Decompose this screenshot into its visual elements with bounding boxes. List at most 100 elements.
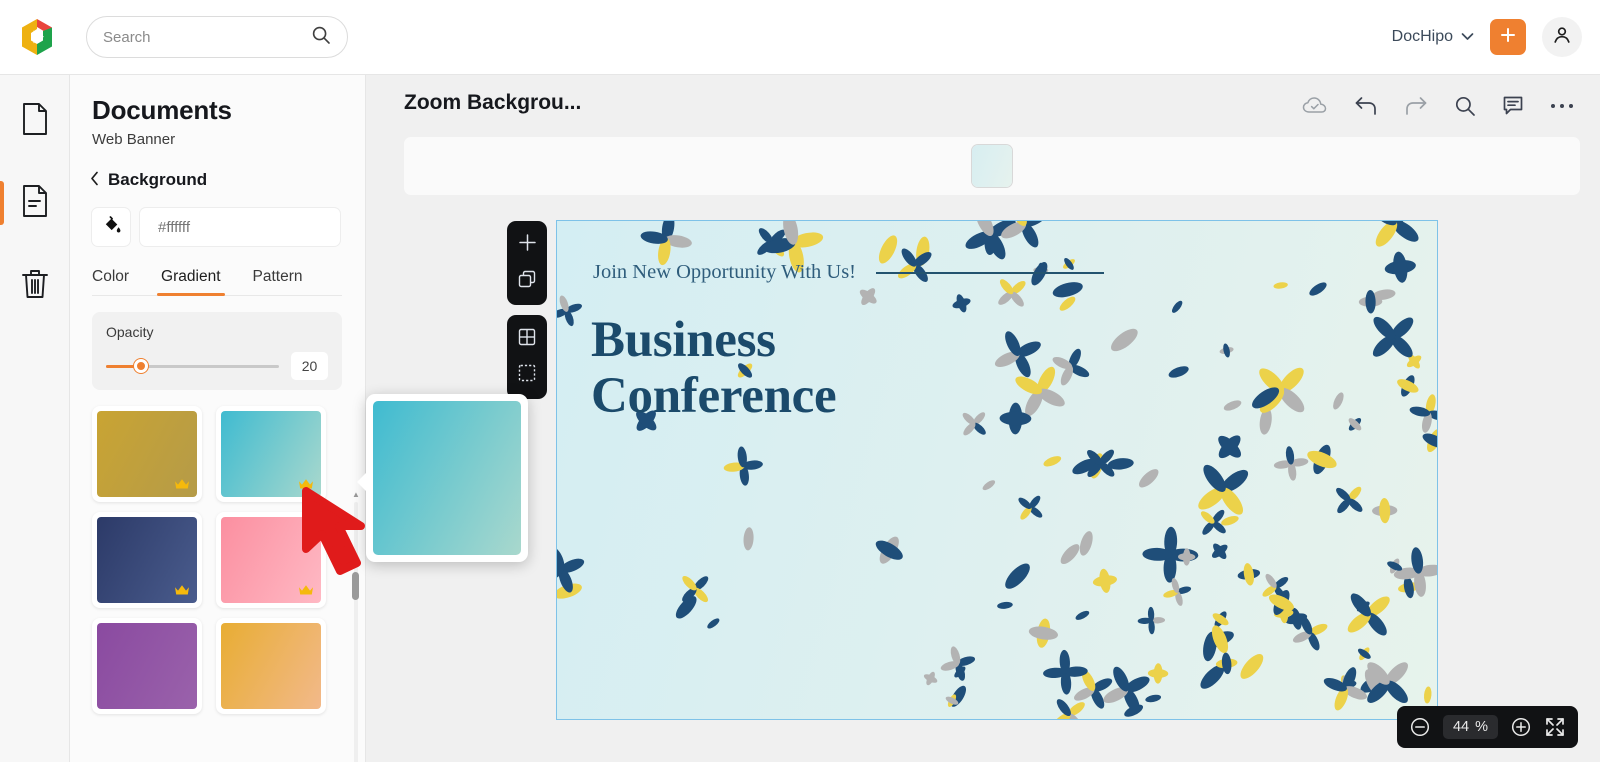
plus-icon	[518, 233, 537, 257]
zoom-level-display[interactable]: 44 %	[1442, 715, 1498, 739]
redo-icon[interactable]	[1404, 95, 1428, 117]
gradient-swatch-pink-rose[interactable]	[216, 512, 326, 608]
more-dots-icon[interactable]	[1550, 102, 1574, 110]
topbar-right-cluster: DocHipo	[1392, 17, 1582, 57]
swatch-fill	[97, 623, 197, 709]
top-navigation-bar: DocHipo	[0, 0, 1600, 75]
paint-bucket-button[interactable]	[92, 208, 130, 246]
grid-icon	[517, 327, 537, 352]
global-search-box[interactable]	[86, 16, 348, 58]
tab-color[interactable]: Color	[92, 268, 129, 295]
zoom-level-value: 44	[1452, 719, 1470, 735]
page-thumbnail-strip	[404, 137, 1580, 195]
gradient-swatch-grid	[92, 406, 348, 714]
opacity-slider[interactable]	[106, 359, 280, 373]
gradient-swatch-purple-violet[interactable]	[92, 618, 202, 714]
brand-label: DocHipo	[1391, 28, 1453, 45]
editor-area: Zoom Backgrou... Join New Opportunity Wi…	[366, 75, 1600, 762]
swatch-fill	[97, 517, 197, 603]
document-toolbar	[1302, 95, 1574, 117]
canvas-kicker-rule	[876, 271, 1105, 274]
user-avatar-icon	[1551, 24, 1573, 51]
panel-scrollbar[interactable]: ▲ ▼	[352, 490, 360, 762]
panel-scrollbar-track[interactable]	[354, 502, 358, 762]
crown-icon	[298, 478, 314, 493]
rail-item-trash[interactable]	[0, 257, 70, 313]
panel-title: Documents	[92, 95, 232, 125]
search-icon	[311, 25, 331, 50]
canvas-tool-group-layout	[507, 315, 547, 399]
create-new-button[interactable]	[1490, 19, 1526, 55]
opacity-label: Opacity	[106, 324, 154, 340]
swatch-fill	[221, 411, 321, 497]
duplicate-icon	[517, 269, 537, 294]
rail-item-blank-page[interactable]	[0, 93, 70, 149]
fullscreen-icon[interactable]	[1544, 716, 1566, 738]
canvas-side-toolbar	[507, 221, 547, 399]
document-page-icon	[20, 184, 50, 223]
decorative-petal-pattern	[557, 221, 1437, 719]
opacity-slider-handle[interactable]	[133, 359, 148, 373]
background-type-tabs: Color Gradient Pattern	[92, 268, 342, 296]
swatch-fill	[97, 411, 197, 497]
swatch-fill	[221, 517, 321, 603]
search-input[interactable]	[103, 28, 311, 46]
gradient-swatch-teal-mint[interactable]	[216, 406, 326, 502]
comment-icon[interactable]	[1502, 95, 1524, 117]
add-page-button[interactable]	[512, 230, 542, 260]
trash-icon	[19, 266, 51, 305]
background-settings-panel: Documents Web Banner Background #ffffff …	[70, 75, 366, 762]
account-avatar-button[interactable]	[1542, 17, 1582, 57]
grid-layout-button[interactable]	[512, 324, 542, 354]
tab-gradient[interactable]: Gradient	[157, 268, 225, 296]
brand-menu[interactable]: DocHipo	[1392, 28, 1474, 46]
hex-color-input[interactable]	[158, 218, 340, 236]
cloud-saved-icon[interactable]	[1302, 96, 1328, 116]
paint-bucket-icon	[100, 214, 122, 241]
document-title[interactable]: Zoom Backgrou...	[404, 91, 581, 115]
zoom-control-bar: 44 %	[1396, 706, 1578, 748]
crown-icon	[174, 584, 190, 599]
dochipo-editor-app: DocHipo	[0, 0, 1600, 762]
opacity-value-input[interactable]: 20	[291, 352, 328, 380]
opacity-control: Opacity 20	[92, 312, 342, 390]
zoom-level-unit: %	[1475, 719, 1488, 735]
gradient-preview-tooltip	[357, 394, 528, 562]
select-area-button[interactable]	[512, 360, 542, 390]
panel-scrollbar-thumb[interactable]	[352, 572, 359, 600]
duplicate-page-button[interactable]	[512, 266, 542, 296]
canvas-kicker-text[interactable]: Join New Opportunity With Us!	[593, 261, 856, 284]
gradient-swatch-gold-peach[interactable]	[216, 618, 326, 714]
chevron-down-icon	[1461, 28, 1474, 46]
canvas-heading-line1: Business	[591, 312, 776, 368]
back-label: Background	[108, 170, 208, 189]
swatch-fill	[221, 623, 321, 709]
gradient-preview-fill	[373, 401, 521, 555]
hex-color-field[interactable]	[140, 208, 340, 246]
background-color-row	[92, 208, 365, 246]
document-header: Zoom Backgrou...	[404, 91, 581, 115]
crop-select-icon	[517, 363, 537, 388]
undo-icon[interactable]	[1354, 95, 1378, 117]
dochipo-hexagon-logo-icon[interactable]	[16, 16, 58, 58]
search-icon[interactable]	[1454, 95, 1476, 117]
crown-icon	[174, 478, 190, 493]
zoom-out-icon[interactable]	[1409, 716, 1431, 738]
canvas-kicker-row: Join New Opportunity With Us!	[593, 261, 1105, 284]
left-icon-rail	[0, 75, 70, 762]
design-canvas-wrapper[interactable]: Join New Opportunity With Us! Business C…	[556, 220, 1438, 720]
page-thumbnail-1[interactable]	[972, 145, 1012, 187]
tab-pattern[interactable]: Pattern	[253, 268, 303, 295]
plus-icon	[1498, 25, 1518, 50]
back-to-background-button[interactable]: Background	[90, 170, 365, 190]
rail-item-document-page[interactable]	[0, 175, 70, 231]
design-canvas[interactable]: Join New Opportunity With Us! Business C…	[556, 220, 1438, 720]
zoom-in-icon[interactable]	[1510, 716, 1532, 738]
blank-page-icon	[20, 102, 50, 141]
gradient-swatch-gold-olive[interactable]	[92, 406, 202, 502]
gradient-swatch-navy-blue[interactable]	[92, 512, 202, 608]
crown-icon	[298, 584, 314, 599]
chevron-left-icon	[90, 171, 99, 189]
canvas-heading[interactable]: Business Conference	[591, 312, 837, 424]
canvas-tool-group-pages	[507, 221, 547, 305]
